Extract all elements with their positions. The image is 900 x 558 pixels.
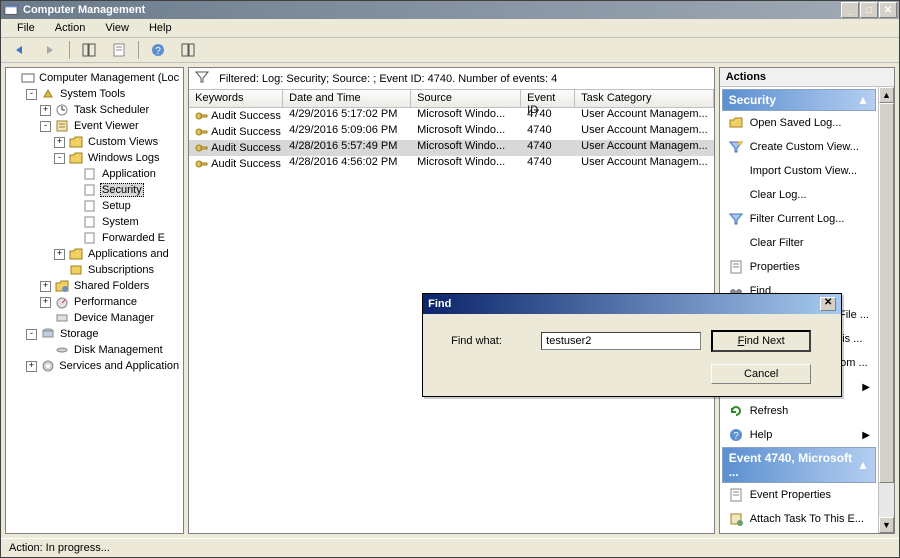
find-dialog: Find ✕ Find what: Find Next Cancel: [422, 293, 842, 397]
actions-title: Actions: [720, 68, 894, 87]
key-icon: [195, 159, 209, 169]
actions-section-security[interactable]: Security▲: [722, 89, 876, 111]
tree-services-apps[interactable]: +Services and Application: [8, 358, 181, 374]
menu-help[interactable]: Help: [139, 19, 182, 37]
chevron-right-icon: ▶: [862, 430, 870, 441]
actions-scrollbar[interactable]: ▲▼: [878, 87, 894, 533]
status-text: Action: In progress...: [9, 542, 110, 554]
statusbar: Action: In progress...: [1, 538, 899, 557]
event-row[interactable]: Audit Success4/28/2016 5:57:49 PMMicroso…: [189, 140, 714, 156]
action-item[interactable]: Create Custom View...: [722, 135, 876, 159]
find-cancel-button[interactable]: Cancel: [711, 364, 811, 384]
tree-event-viewer[interactable]: -Event Viewer: [8, 118, 181, 134]
toolbar: ?: [1, 38, 899, 63]
filter-new-icon: [728, 139, 744, 155]
tree-subscriptions[interactable]: Subscriptions: [8, 262, 181, 278]
toggle-tree-button[interactable]: [76, 39, 102, 61]
tree-log-application[interactable]: Application: [8, 166, 181, 182]
blank-icon: [728, 163, 744, 179]
app-icon: [3, 2, 19, 18]
find-what-input[interactable]: [541, 332, 701, 350]
tree-custom-views[interactable]: +Custom Views: [8, 134, 181, 150]
tree-disk-management[interactable]: Disk Management: [8, 342, 181, 358]
action-item[interactable]: Import Custom View...: [722, 159, 876, 183]
find-close-button[interactable]: ✕: [820, 297, 836, 311]
filter-bar: Filtered: Log: Security; Source: ; Event…: [189, 68, 714, 90]
key-icon: [195, 111, 209, 121]
blank-icon: [728, 235, 744, 251]
properties-button[interactable]: [106, 39, 132, 61]
tree-system-tools[interactable]: -System Tools: [8, 86, 181, 102]
find-title-text: Find: [428, 298, 451, 310]
help-icon: ?: [728, 427, 744, 443]
tree-log-setup[interactable]: Setup: [8, 198, 181, 214]
menu-file[interactable]: File: [7, 19, 45, 37]
action-item[interactable]: Clear Filter: [722, 231, 876, 255]
event-row[interactable]: Audit Success4/29/2016 5:09:06 PMMicroso…: [189, 124, 714, 140]
tree-log-system[interactable]: System: [8, 214, 181, 230]
action-item[interactable]: Event Properties: [722, 483, 876, 507]
props-icon: [728, 259, 744, 275]
blank-icon: [728, 187, 744, 203]
action-item[interactable]: Attach Task To This E...: [722, 507, 876, 531]
event-columns-header: Keywords Date and Time Source Event ID T…: [189, 90, 714, 108]
main-window: Computer Management _ □ ✕ File Action Vi…: [0, 0, 900, 558]
tree-storage[interactable]: -Storage: [8, 326, 181, 342]
window-title: Computer Management: [23, 4, 841, 16]
help-button[interactable]: ?: [145, 39, 171, 61]
filter-text: Filtered: Log: Security; Source: ; Event…: [219, 73, 557, 85]
tree-log-security[interactable]: Security: [8, 182, 181, 198]
collapse-icon: ▲: [857, 458, 869, 472]
col-datetime[interactable]: Date and Time: [283, 90, 411, 108]
actions-section-event[interactable]: Event 4740, Microsoft ...▲: [722, 447, 876, 483]
action-item[interactable]: Clear Log...: [722, 183, 876, 207]
task-icon: [728, 511, 744, 527]
tree-log-forwarded[interactable]: Forwarded E: [8, 230, 181, 246]
tree-task-scheduler[interactable]: +Task Scheduler: [8, 102, 181, 118]
col-eventid[interactable]: Event ID: [521, 90, 575, 108]
tree-apps-services[interactable]: +Applications and: [8, 246, 181, 262]
maximize-button[interactable]: □: [860, 2, 878, 18]
minimize-button[interactable]: _: [841, 2, 859, 18]
tree-root[interactable]: Computer Management (Loc: [8, 70, 181, 86]
tree-shared-folders[interactable]: +Shared Folders: [8, 278, 181, 294]
menu-view[interactable]: View: [95, 19, 139, 37]
close-button[interactable]: ✕: [879, 2, 897, 18]
chevron-right-icon: ▶: [862, 382, 870, 393]
titlebar[interactable]: Computer Management _ □ ✕: [1, 1, 899, 19]
filter-icon: [728, 211, 744, 227]
action-item[interactable]: ?Help▶: [722, 423, 876, 447]
tree-panel: Computer Management (Loc -System Tools +…: [5, 67, 184, 534]
menubar: File Action View Help: [1, 19, 899, 38]
tree-performance[interactable]: +Performance: [8, 294, 181, 310]
props-icon: [728, 487, 744, 503]
col-taskcat[interactable]: Task Category: [575, 90, 714, 108]
key-icon: [195, 127, 209, 137]
collapse-icon: ▲: [857, 93, 869, 107]
tree-device-manager[interactable]: Device Manager: [8, 310, 181, 326]
tree-windows-logs[interactable]: -Windows Logs: [8, 150, 181, 166]
action-item[interactable]: Refresh: [722, 399, 876, 423]
key-icon: [195, 143, 209, 153]
filter-icon: [195, 70, 211, 87]
menu-action[interactable]: Action: [45, 19, 96, 37]
find-next-button[interactable]: Find Next: [711, 330, 811, 352]
svg-text:?: ?: [733, 431, 739, 442]
action-item[interactable]: Filter Current Log...: [722, 207, 876, 231]
event-row[interactable]: Audit Success4/28/2016 4:56:02 PMMicroso…: [189, 156, 714, 172]
find-what-label: Find what:: [451, 335, 531, 347]
col-source[interactable]: Source: [411, 90, 521, 108]
folder-open-icon: [728, 115, 744, 131]
find-titlebar[interactable]: Find ✕: [423, 294, 841, 314]
action-item[interactable]: Open Saved Log...: [722, 111, 876, 135]
action-item[interactable]: Properties: [722, 255, 876, 279]
event-row[interactable]: Audit Success4/29/2016 5:17:02 PMMicroso…: [189, 108, 714, 124]
col-keywords[interactable]: Keywords: [189, 90, 283, 108]
refresh-icon: [728, 403, 744, 419]
event-list-panel: Filtered: Log: Security; Source: ; Event…: [188, 67, 715, 534]
toggle-actions-button[interactable]: [175, 39, 201, 61]
nav-back-button[interactable]: [7, 39, 33, 61]
nav-fwd-button[interactable]: [37, 39, 63, 61]
svg-text:?: ?: [155, 46, 161, 57]
